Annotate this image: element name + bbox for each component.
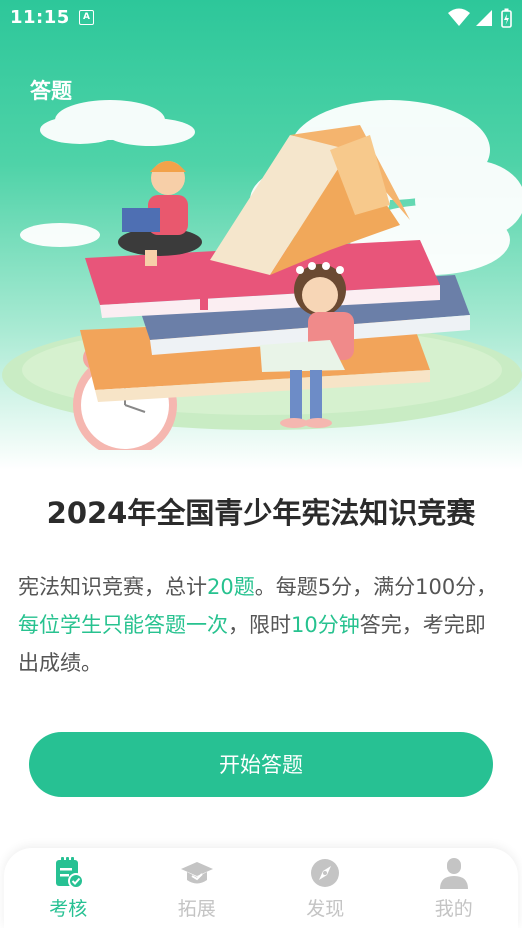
attempt-rule: 每位学生只能答题一次: [18, 613, 228, 637]
compass-icon: [308, 856, 342, 894]
tab-label: 发现: [306, 898, 345, 920]
graduation-cap-icon: [180, 856, 214, 894]
tab-label: 我的: [434, 898, 473, 920]
tab-mine[interactable]: 我的: [390, 848, 519, 928]
status-time: 11:15: [10, 7, 70, 28]
contest-title: 2024年全国青少年宪法知识竞赛: [46, 496, 476, 530]
question-count: 20题: [207, 575, 255, 599]
boy-figure: [118, 161, 202, 266]
page-title: 答题: [30, 79, 72, 103]
wifi-icon: [448, 8, 470, 26]
tab-extension[interactable]: 拓展: [133, 848, 262, 928]
description-text: ，限时: [228, 613, 291, 637]
tab-assessment[interactable]: 考核: [4, 848, 133, 928]
tab-label: 考核: [49, 898, 88, 920]
user-icon: [437, 856, 471, 894]
books-reading-illustration: [2, 100, 522, 450]
signal-icon: [476, 10, 492, 26]
status-bar: 11:15 A: [0, 0, 522, 36]
description-text: 宪法知识竞赛，总计: [18, 575, 207, 599]
tab-discover[interactable]: 发现: [261, 848, 390, 928]
hero-banner: 11:15 A 答题: [0, 0, 522, 470]
bottom-tab-bar: 考核 拓展 发现 我的: [4, 848, 518, 928]
start-quiz-button[interactable]: 开始答题: [29, 732, 493, 797]
time-limit: 10分钟: [291, 613, 360, 637]
notification-icon: A: [79, 10, 94, 25]
system-icons: [446, 6, 516, 35]
contest-description: 宪法知识竞赛，总计20题。每题5分，满分100分， 每位学生只能答题一次，限时10…: [18, 568, 506, 682]
description-text: 。每题5分，满分100分，: [254, 575, 498, 599]
clipboard-check-icon: [51, 856, 85, 894]
tab-label: 拓展: [177, 898, 216, 920]
battery-icon: [501, 8, 512, 28]
